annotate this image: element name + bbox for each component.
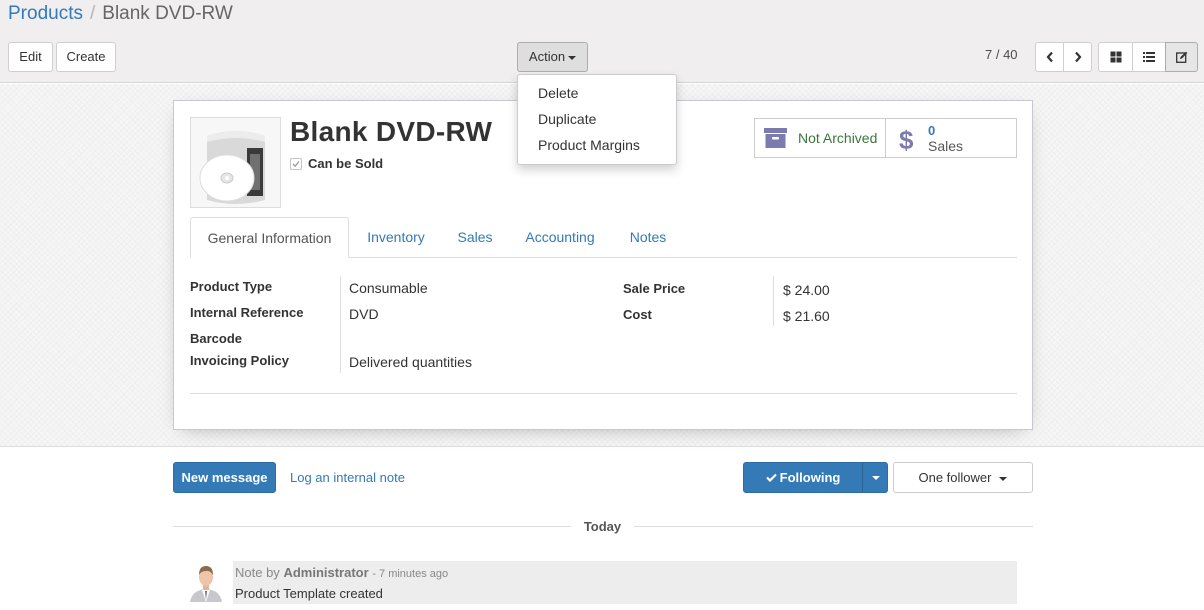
avatar[interactable] [188, 562, 224, 602]
followers-dropdown-button[interactable]: One follower [893, 462, 1033, 493]
internal-reference-value: DVD [349, 306, 379, 322]
archive-status-label: Not Archived [798, 130, 878, 146]
date-separator-line-right [634, 526, 1033, 527]
dollar-icon: $ [899, 125, 914, 155]
log-internal-note-link[interactable]: Log an internal note [290, 470, 405, 485]
pager-value[interactable]: 7 / 40 [985, 47, 1031, 62]
message-prefix: Note by [235, 565, 280, 580]
message-header: Note by Administrator - 7 minutes ago [235, 565, 448, 580]
create-button[interactable]: Create [56, 42, 116, 72]
breadcrumb-current: Blank DVD-RW [102, 3, 233, 24]
can-be-sold-checkbox[interactable] [290, 158, 302, 170]
internal-reference-label: Internal Reference [190, 305, 304, 320]
action-dropdown-button[interactable]: Action [517, 42, 588, 72]
date-separator-label: Today [583, 519, 622, 534]
view-form-button[interactable] [1165, 42, 1198, 72]
list-icon [1143, 52, 1155, 62]
action-button-label: Action [528, 49, 566, 64]
invoicing-policy-value: Delivered quantities [349, 354, 472, 370]
message-time: - 7 minutes ago [372, 568, 449, 580]
pager-previous-button[interactable] [1035, 42, 1064, 72]
followers-label: One follower [918, 470, 992, 485]
kanban-grid-icon [1110, 51, 1121, 63]
sales-smart-button[interactable]: $ 0 Sales [886, 119, 1016, 157]
cost-label: Cost [623, 307, 652, 322]
sales-count: 0 [928, 123, 936, 138]
following-options-toggle[interactable] [862, 462, 888, 493]
view-kanban-button[interactable] [1098, 42, 1133, 72]
following-label: Following [779, 470, 841, 485]
edit-form-icon [1175, 51, 1187, 63]
dvd-spindle-image [191, 118, 280, 207]
left-group-divider [340, 276, 341, 373]
pager-next-button[interactable] [1063, 42, 1092, 72]
form-bottom-separator [190, 393, 1017, 394]
new-message-button[interactable]: New message [173, 462, 276, 493]
message-body: Product Template created [235, 586, 383, 601]
smart-button-box: Not Archived $ 0 Sales [754, 118, 1017, 158]
checkmark-icon [292, 161, 300, 168]
breadcrumb-products-link[interactable]: Products [8, 3, 83, 24]
sale-price-value: $ 24.00 [783, 282, 830, 298]
product-type-label: Product Type [190, 279, 273, 294]
message-author[interactable]: Administrator [283, 565, 368, 580]
tab-general-information[interactable]: General Information [190, 217, 349, 258]
action-menu-item-duplicate[interactable]: Duplicate [518, 106, 676, 132]
chevron-left-icon [1046, 51, 1053, 63]
caret-down-icon [872, 476, 880, 480]
barcode-label: Barcode [190, 331, 243, 346]
breadcrumb: Products / Blank DVD-RW [8, 3, 233, 25]
cost-value: $ 21.60 [783, 308, 830, 324]
product-image[interactable] [190, 117, 281, 208]
can-be-sold-label: Can be Sold [308, 156, 384, 171]
following-button[interactable]: Following [743, 462, 863, 493]
check-icon [765, 473, 777, 483]
product-name: Blank DVD-RW [290, 116, 493, 147]
administrator-avatar-image [188, 562, 224, 602]
tab-accounting[interactable]: Accounting [516, 217, 604, 258]
edit-button[interactable]: Edit [8, 42, 53, 72]
sale-price-label: Sale Price [623, 281, 686, 296]
invoicing-policy-label: Invoicing Policy [190, 353, 289, 368]
caret-down-icon [999, 476, 1008, 481]
action-dropdown-menu: Delete Duplicate Product Margins [517, 74, 677, 165]
tab-sales[interactable]: Sales [450, 217, 500, 258]
archive-box-icon [764, 128, 787, 148]
chevron-right-icon [1074, 51, 1081, 63]
breadcrumb-separator: / [89, 3, 96, 24]
right-group-divider [773, 276, 774, 326]
control-panel: Products / Blank DVD-RW Edit Create Action… [0, 0, 1204, 83]
product-type-value: Consumable [349, 280, 428, 296]
archive-toggle-button[interactable]: Not Archived [755, 119, 886, 157]
caret-down-icon [568, 55, 577, 60]
action-menu-item-delete[interactable]: Delete [518, 80, 676, 106]
sales-label: Sales [928, 138, 964, 154]
view-list-button[interactable] [1132, 42, 1166, 72]
tab-notes[interactable]: Notes [620, 217, 676, 258]
notebook-tabs: General Information Inventory Sales Acco… [190, 217, 1017, 258]
date-separator-line-left [173, 526, 571, 527]
tab-inventory[interactable]: Inventory [358, 217, 434, 258]
action-menu-item-product-margins[interactable]: Product Margins [518, 132, 676, 158]
